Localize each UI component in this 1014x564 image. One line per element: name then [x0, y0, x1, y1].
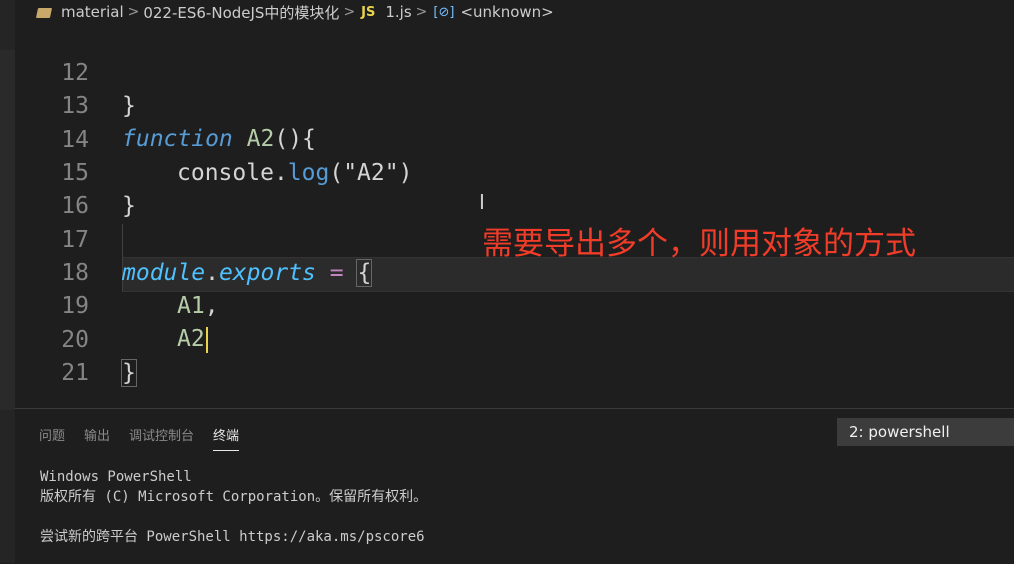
- terminal-select[interactable]: 2: powershell: [837, 418, 1014, 446]
- code-line: 13 function A2(){: [15, 57, 1014, 152]
- js-file-icon: JS: [361, 4, 376, 20]
- terminal-line: 版权所有 (C) Microsoft Corporation。保留所有权利。: [40, 489, 428, 505]
- tab-output[interactable]: 输出: [84, 425, 110, 451]
- terminal-line: Windows PowerShell: [40, 469, 192, 485]
- chevron-right-icon: >: [343, 4, 356, 20]
- breadcrumb-file[interactable]: 1.js: [385, 3, 411, 21]
- code-text: }: [121, 357, 137, 390]
- code-line: 20 }: [15, 291, 1014, 387]
- code-line: 16: [15, 157, 1014, 219]
- tab-terminal[interactable]: 终端: [213, 425, 240, 451]
- code-line: 12 }: [15, 24, 1014, 119]
- breadcrumb: material > 022-ES6-NodeJS中的模块化 > JS 1.js…: [15, 0, 1014, 24]
- line-number: 21: [61, 360, 89, 386]
- brace: }: [121, 359, 137, 387]
- code-line: 21: [15, 324, 1014, 386]
- terminal-output[interactable]: Windows PowerShell 版权所有 (C) Microsoft Cor…: [40, 467, 427, 547]
- chevron-right-icon: >: [127, 4, 140, 20]
- terminal-line: 尝试新的跨平台 PowerShell https://aka.ms/pscore…: [40, 529, 425, 545]
- tab-problems[interactable]: 问题: [39, 425, 65, 451]
- breadcrumb-subfolder[interactable]: 022-ES6-NodeJS中的模块化: [143, 2, 339, 23]
- side-panel-edge: [0, 50, 15, 410]
- breadcrumb-folder[interactable]: material: [61, 3, 124, 21]
- folder-icon: [37, 6, 53, 18]
- activity-bar-edge: [0, 0, 15, 563]
- annotation-text: 需要导出多个，则用对象的方式: [482, 226, 916, 262]
- chevron-right-icon: >: [415, 4, 428, 20]
- tab-debug-console[interactable]: 调试控制台: [129, 425, 194, 451]
- bottom-panel: 问题 输出 调试控制台 终端 2: powershell Windows Pow…: [15, 408, 1014, 564]
- symbol-icon: [⊘]: [433, 4, 455, 20]
- code-line: 15 }: [15, 124, 1014, 219]
- mouse-ibeam-icon: I: [479, 190, 485, 214]
- breadcrumb-symbol[interactable]: <unknown>: [460, 3, 553, 21]
- code-editor[interactable]: 12 } 13 function A2(){ 14 console.log("A…: [15, 24, 1014, 408]
- panel-tabs: 问题 输出 调试控制台 终端: [39, 425, 258, 451]
- code-line: 14 console.log("A2"): [15, 91, 1014, 186]
